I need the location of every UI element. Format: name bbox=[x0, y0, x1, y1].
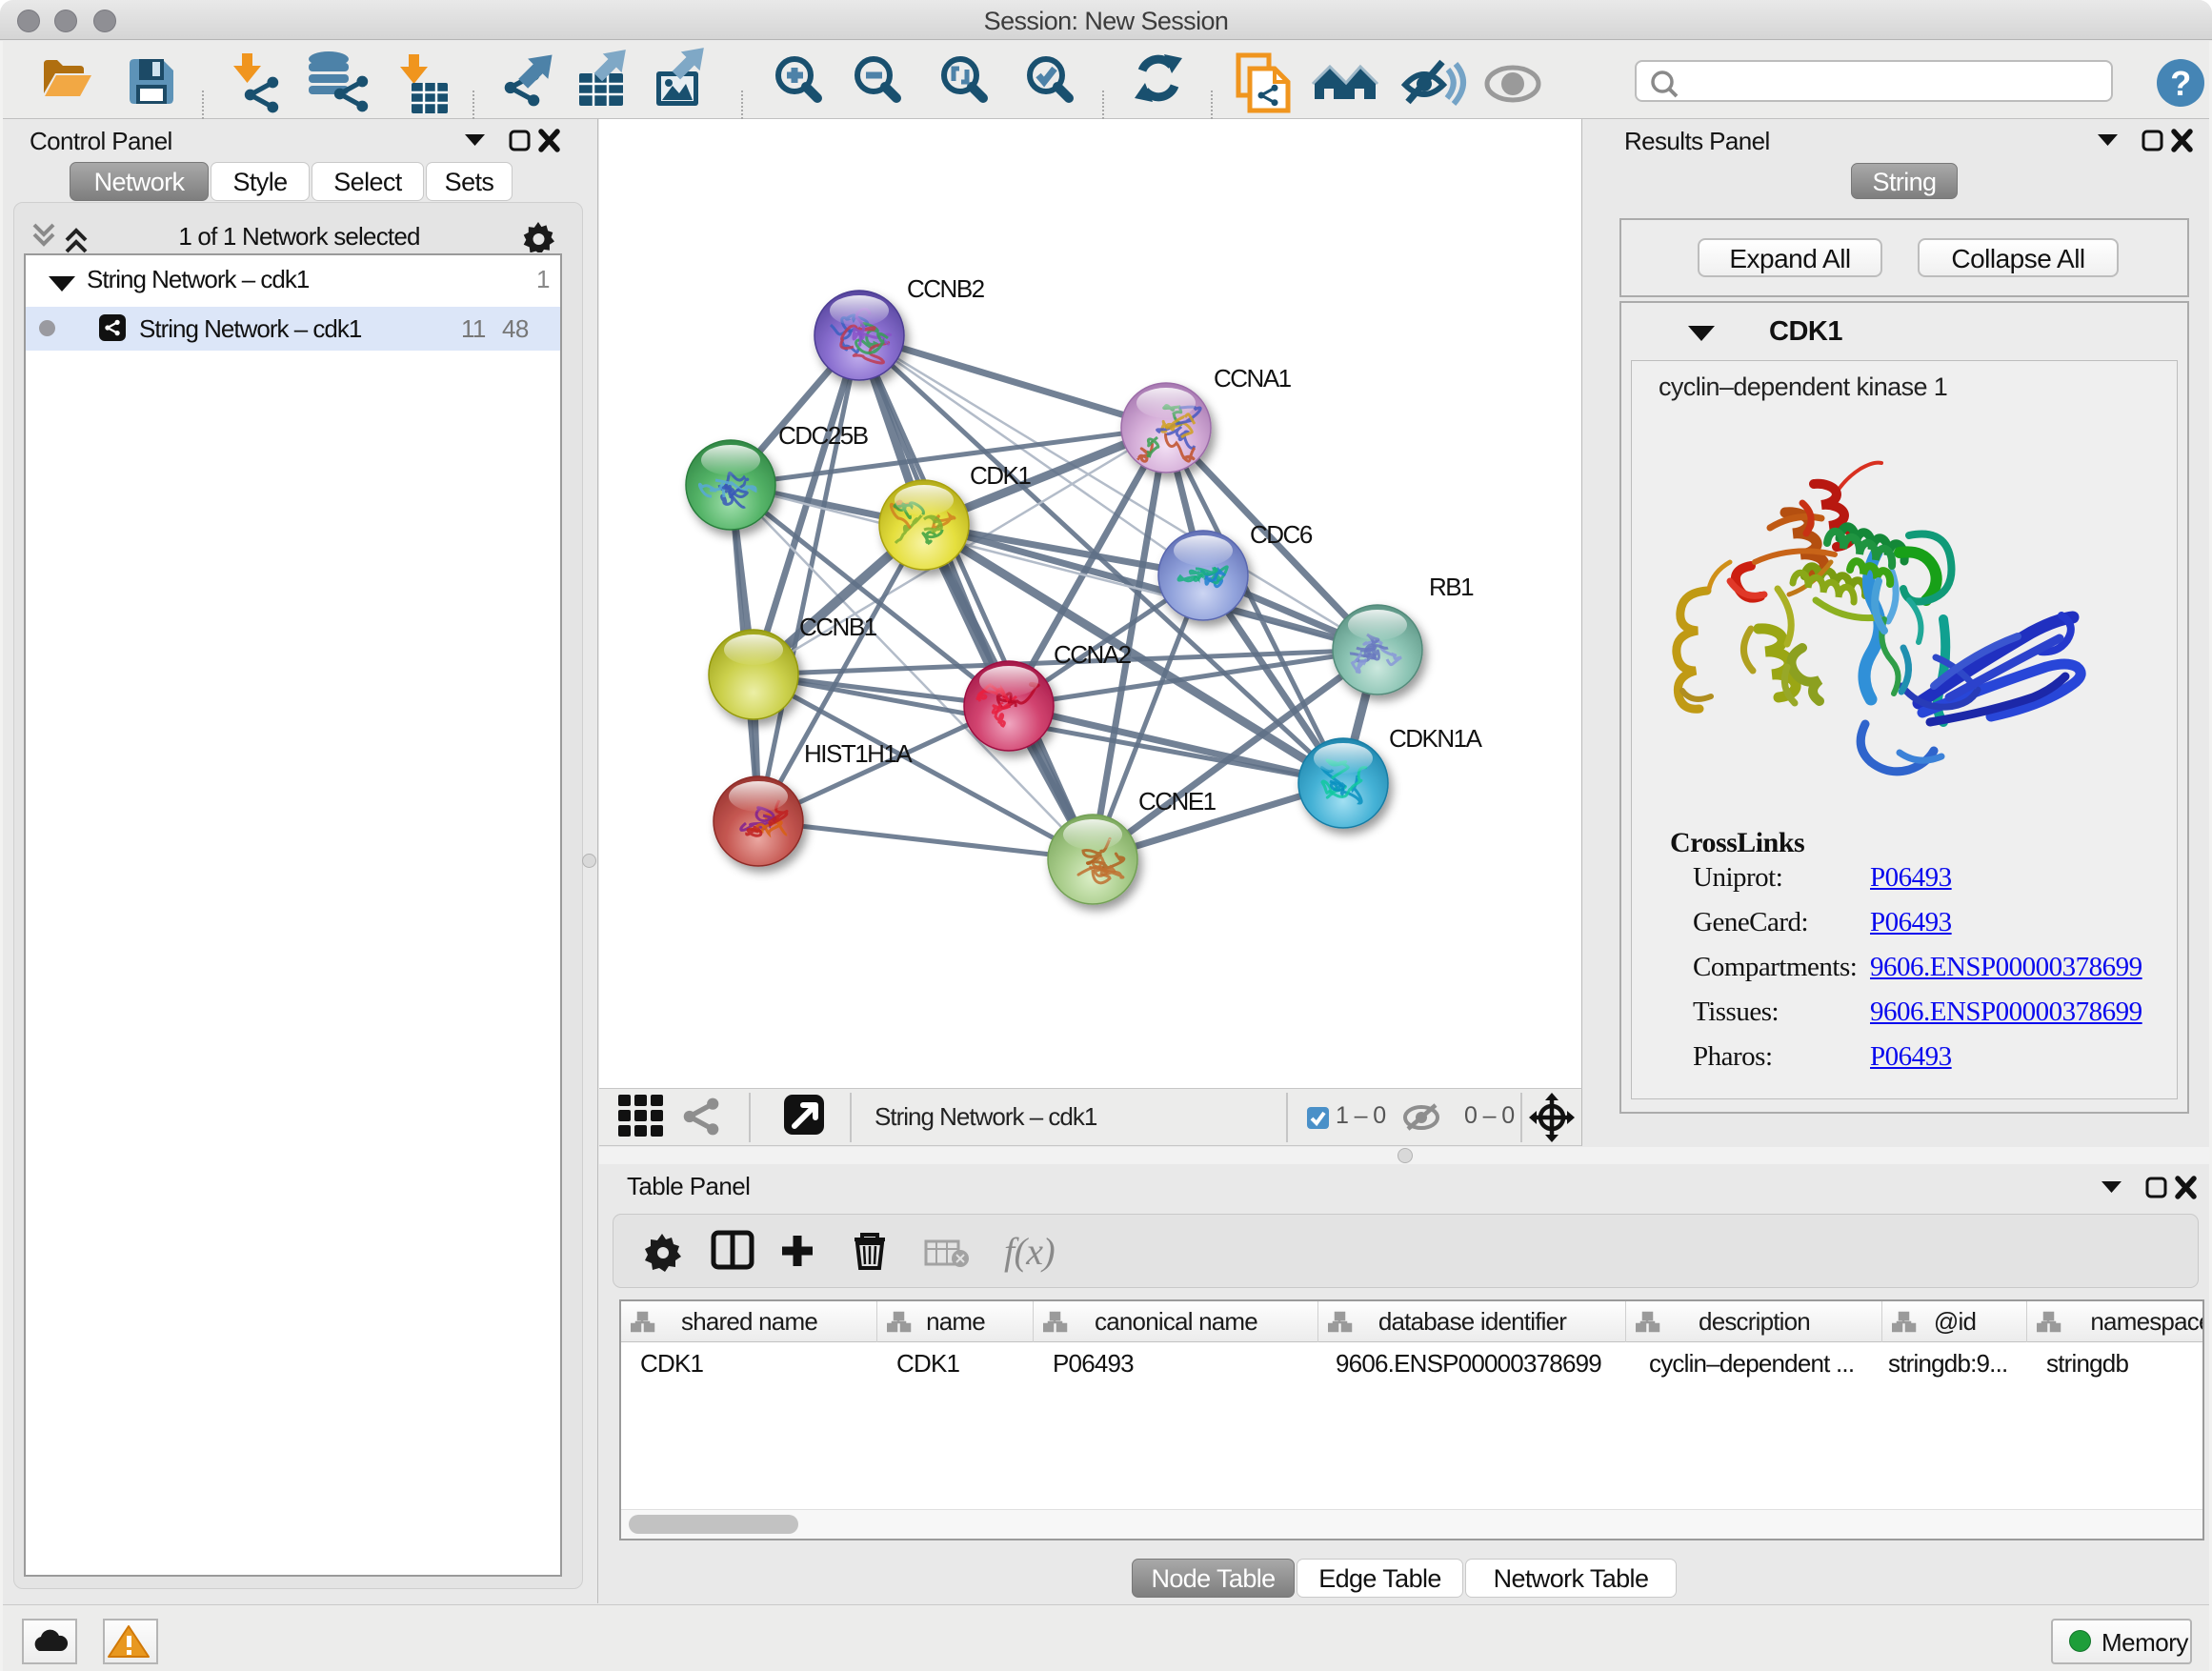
svg-text:RB1: RB1 bbox=[1429, 573, 1474, 601]
svg-text:CDC6: CDC6 bbox=[1250, 520, 1313, 549]
svg-text:CCNA2: CCNA2 bbox=[1054, 640, 1132, 669]
svg-text:CDC25B: CDC25B bbox=[778, 421, 868, 450]
svg-text:CCNB2: CCNB2 bbox=[907, 274, 985, 303]
svg-text:CCNE1: CCNE1 bbox=[1138, 787, 1217, 815]
svg-text:CDKN1A: CDKN1A bbox=[1389, 724, 1483, 753]
svg-text:f(x): f(x) bbox=[1004, 1230, 1055, 1273]
svg-text:CCNB1: CCNB1 bbox=[799, 613, 877, 641]
svg-text:?: ? bbox=[2170, 64, 2190, 103]
svg-text:HIST1H1A: HIST1H1A bbox=[804, 739, 913, 768]
svg-text:CDK1: CDK1 bbox=[970, 461, 1031, 490]
svg-text:CCNA1: CCNA1 bbox=[1214, 364, 1292, 393]
